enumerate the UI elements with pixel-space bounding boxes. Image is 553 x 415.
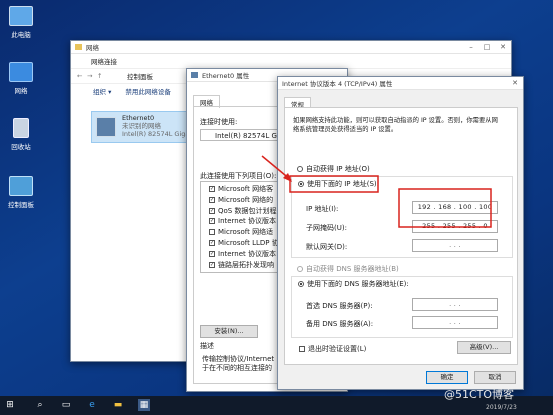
search-icon[interactable]: ⌕: [34, 399, 46, 411]
highlight-manual-ip-box: [289, 175, 379, 193]
clock-date: 2019/7/23: [486, 404, 517, 411]
task-view-icon[interactable]: ▭: [60, 399, 72, 411]
file-explorer-icon[interactable]: ▬: [112, 399, 124, 411]
control-panel-taskbar-icon[interactable]: ▦: [138, 399, 150, 411]
watermark: @51CTO博客: [444, 388, 515, 401]
edge-icon[interactable]: e: [86, 399, 98, 411]
highlight-ip-fields-box: [398, 188, 492, 228]
annotation-overlay: [261, 155, 492, 228]
taskbar: ⊞ ⌕ ▭ e ▬ ▦ @51CTO博客 2019/7/23: [0, 388, 553, 415]
start-icon[interactable]: ⊞: [4, 399, 16, 411]
